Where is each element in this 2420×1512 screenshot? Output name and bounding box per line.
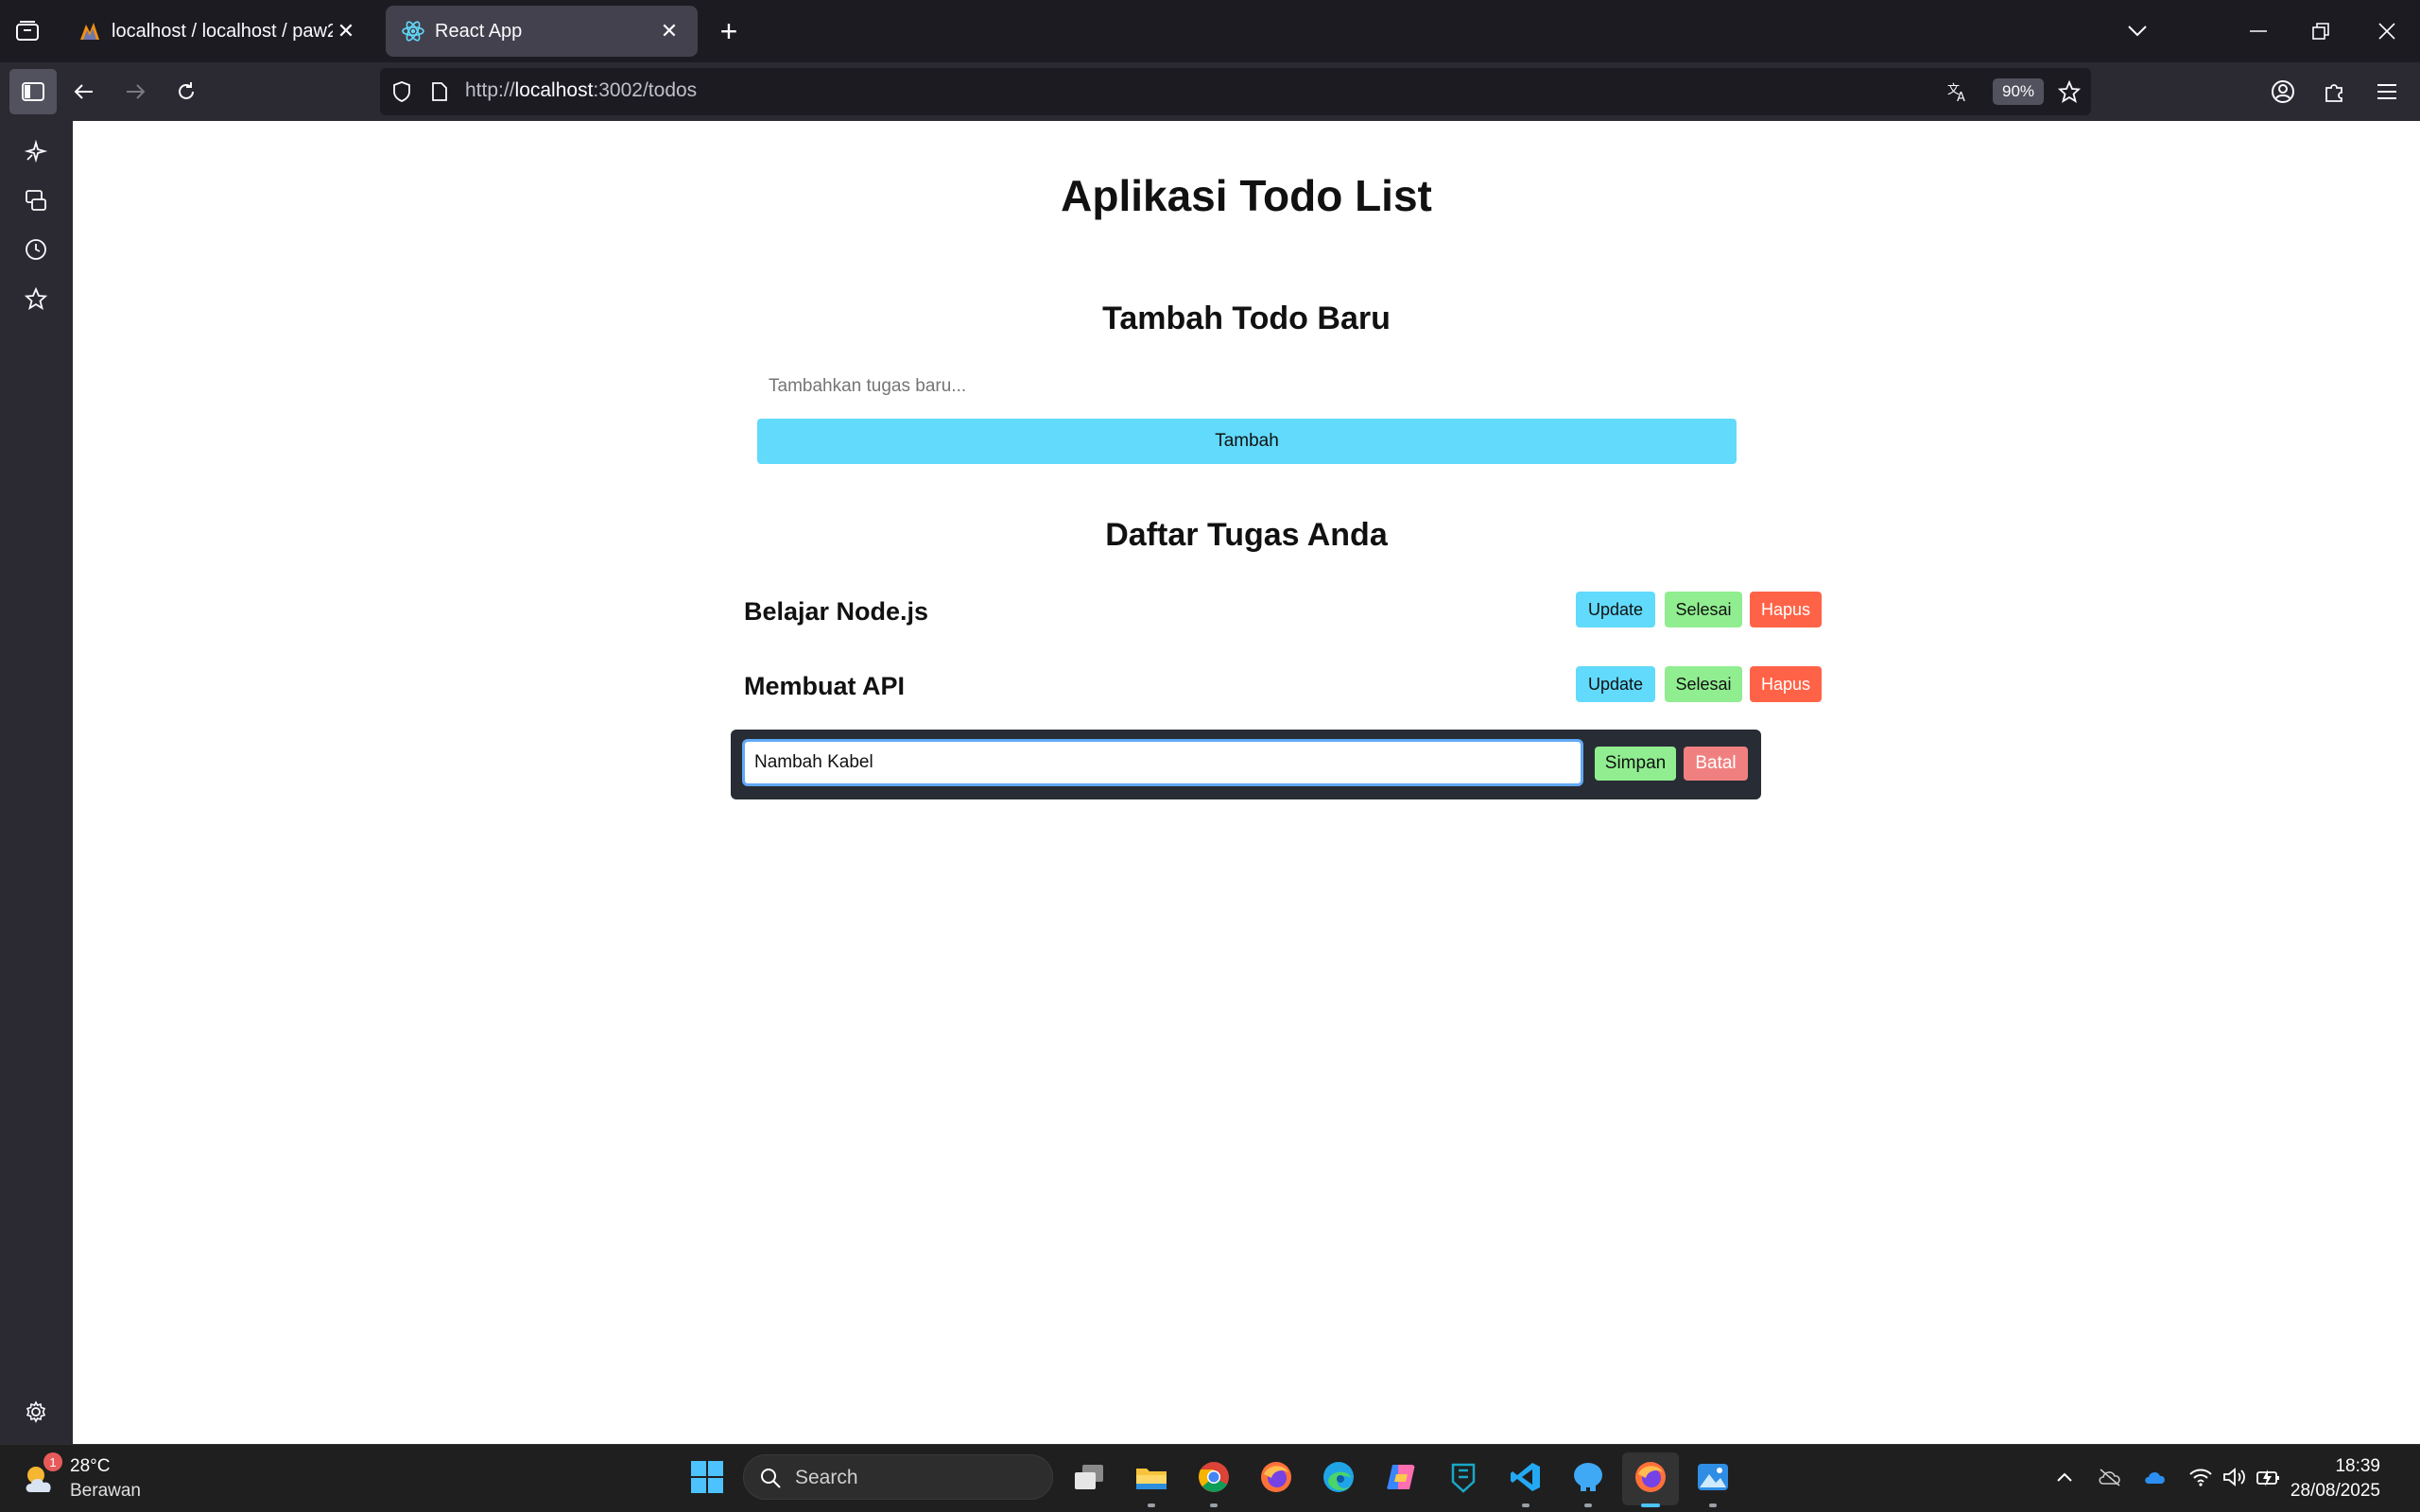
- list-all-tabs-icon[interactable]: [2121, 15, 2153, 47]
- page-title: Aplikasi Todo List: [1061, 171, 1432, 220]
- update-button[interactable]: Update: [1576, 666, 1655, 702]
- tab-overview-icon[interactable]: [11, 15, 43, 47]
- minimize-icon[interactable]: [2242, 15, 2274, 47]
- zoom-level-badge[interactable]: 90%: [1993, 78, 2045, 105]
- close-tab-icon[interactable]: ✕: [333, 18, 359, 44]
- done-button[interactable]: Selesai: [1665, 592, 1742, 627]
- todo-edit-row: Simpan Batal: [731, 730, 1761, 799]
- running-indicator: [1522, 1503, 1530, 1507]
- react-icon: [401, 19, 425, 43]
- url-text[interactable]: http://localhost:3002/todos: [465, 79, 697, 102]
- restore-icon[interactable]: [2305, 15, 2337, 47]
- list-title: Daftar Tugas Anda: [1105, 517, 1388, 553]
- tab-phpmyadmin[interactable]: localhost / localhost / paw2025 ✕: [62, 6, 374, 57]
- delete-button[interactable]: Hapus: [1750, 666, 1822, 702]
- tab-react-app[interactable]: React App ✕: [386, 6, 698, 57]
- running-indicator: [1584, 1503, 1592, 1507]
- history-icon[interactable]: [21, 234, 51, 265]
- save-button[interactable]: Simpan: [1595, 747, 1676, 781]
- volume-icon[interactable]: [2221, 1464, 2248, 1490]
- tab-title: localhost / localhost / paw2025: [112, 20, 333, 42]
- sidebar-toggle-icon[interactable]: [9, 69, 57, 114]
- extensions-icon[interactable]: [2318, 76, 2350, 108]
- weather-description: Berawan: [70, 1481, 141, 1501]
- clock-date: 28/08/2025: [2290, 1481, 2380, 1501]
- cloud-sync-off-icon[interactable]: [2097, 1464, 2123, 1490]
- edge-icon[interactable]: [1320, 1458, 1357, 1496]
- photos-icon[interactable]: [1694, 1458, 1732, 1496]
- weather-temperature: 28°C: [70, 1456, 111, 1476]
- update-button[interactable]: Update: [1576, 592, 1655, 627]
- task-view-icon[interactable]: [1070, 1458, 1108, 1496]
- svg-text:A: A: [1957, 91, 1965, 102]
- close-window-icon[interactable]: [2371, 15, 2403, 47]
- todo-text: Belajar Node.js: [744, 597, 929, 626]
- todo-text: Membuat API: [744, 672, 906, 700]
- synced-tabs-icon[interactable]: [21, 185, 51, 215]
- forward-icon[interactable]: [119, 76, 151, 108]
- file-explorer-icon[interactable]: [1132, 1458, 1170, 1496]
- page-viewport: Aplikasi Todo List Tambah Todo Baru Tamb…: [73, 121, 2420, 1444]
- windows-start-icon[interactable]: [688, 1458, 726, 1496]
- bookmarks-icon[interactable]: [21, 284, 51, 314]
- back-icon[interactable]: [68, 76, 100, 108]
- show-hidden-icons-chevron-icon[interactable]: [2051, 1464, 2078, 1490]
- database-app-icon[interactable]: [1569, 1458, 1607, 1496]
- running-indicator: [1148, 1503, 1155, 1507]
- onedrive-icon[interactable]: [2142, 1464, 2169, 1490]
- todo-item: Belajar Node.js Update Selesai Hapus: [744, 592, 1822, 633]
- new-todo-input[interactable]: [757, 363, 1737, 410]
- browser-sidebar: [0, 121, 73, 1444]
- translate-icon[interactable]: 文A: [1944, 77, 1972, 106]
- copilot-icon[interactable]: [1382, 1458, 1420, 1496]
- cancel-button[interactable]: Batal: [1684, 747, 1748, 781]
- add-button[interactable]: Tambah: [757, 419, 1737, 464]
- windows-taskbar: 1 28°C Berawan Search 18:39 28/08/2025: [0, 1444, 2420, 1512]
- todo-item: Membuat API Update Selesai Hapus: [744, 666, 1822, 708]
- menu-icon[interactable]: [2371, 76, 2403, 108]
- search-label: Search: [795, 1467, 858, 1488]
- new-tab-icon[interactable]: +: [713, 14, 745, 48]
- mysql-workbench-icon[interactable]: [1444, 1458, 1482, 1496]
- close-tab-icon[interactable]: ✕: [656, 18, 683, 44]
- tab-bar: localhost / localhost / paw2025 ✕ React …: [0, 0, 2420, 62]
- vscode-icon[interactable]: [1507, 1458, 1545, 1496]
- bookmark-star-icon[interactable]: [2055, 77, 2083, 106]
- search-icon: [759, 1467, 782, 1489]
- firefox-active-icon[interactable]: [1632, 1458, 1669, 1496]
- tab-title: React App: [435, 20, 523, 42]
- phpmyadmin-icon: [78, 19, 102, 43]
- taskbar-search[interactable]: Search: [743, 1454, 1053, 1500]
- url-scheme: http://: [465, 79, 515, 101]
- wifi-icon[interactable]: [2187, 1464, 2214, 1490]
- url-path: :3002/todos: [593, 79, 698, 101]
- system-clock[interactable]: 18:39 28/08/2025: [2290, 1454, 2380, 1503]
- done-button[interactable]: Selesai: [1665, 666, 1742, 702]
- reload-icon[interactable]: [170, 76, 202, 108]
- running-indicator: [1210, 1503, 1218, 1507]
- address-bar[interactable]: http://localhost:3002/todos 文A 90%: [380, 68, 2091, 115]
- edit-todo-input[interactable]: [742, 739, 1583, 786]
- firefox-icon[interactable]: [1257, 1458, 1295, 1496]
- navigation-bar: http://localhost:3002/todos 文A 90%: [0, 62, 2420, 121]
- account-icon[interactable]: [2267, 76, 2299, 108]
- page-info-icon[interactable]: [425, 77, 454, 106]
- ai-chatbot-icon[interactable]: [21, 136, 51, 166]
- running-indicator: [1709, 1503, 1717, 1507]
- battery-charging-icon[interactable]: [2256, 1464, 2282, 1490]
- clock-time: 18:39: [2335, 1456, 2380, 1476]
- tracking-protection-shield-icon[interactable]: [388, 77, 416, 106]
- url-host: localhost: [514, 79, 594, 101]
- sidebar-settings-gear-icon[interactable]: [21, 1397, 51, 1427]
- chrome-icon[interactable]: [1195, 1458, 1233, 1496]
- delete-button[interactable]: Hapus: [1750, 592, 1822, 627]
- weather-notification-badge: 1: [43, 1452, 62, 1471]
- active-indicator: [1641, 1503, 1660, 1507]
- add-section-title: Tambah Todo Baru: [1102, 301, 1391, 336]
- todo-app: Aplikasi Todo List Tambah Todo Baru Tamb…: [73, 121, 2420, 1444]
